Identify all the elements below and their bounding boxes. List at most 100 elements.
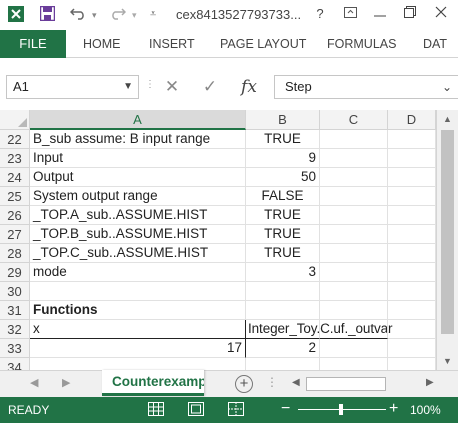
- row-header[interactable]: 27: [0, 225, 30, 244]
- cell[interactable]: [320, 168, 388, 187]
- row-header[interactable]: 26: [0, 206, 30, 225]
- ribbon-display-options-icon[interactable]: [339, 4, 361, 24]
- cell[interactable]: mode: [30, 263, 246, 282]
- insert-function-icon[interactable]: fx: [238, 75, 260, 99]
- restore-icon[interactable]: [399, 4, 421, 24]
- expand-formula-bar-icon[interactable]: ⌄: [442, 76, 452, 98]
- tab-home[interactable]: HOME: [83, 30, 121, 58]
- cell[interactable]: [388, 149, 436, 168]
- vertical-scroll-thumb[interactable]: [441, 130, 454, 334]
- cell[interactable]: 3: [246, 263, 320, 282]
- cell[interactable]: [388, 320, 436, 339]
- cell[interactable]: [388, 130, 436, 149]
- page-break-preview-icon[interactable]: [228, 402, 244, 416]
- vertical-scrollbar[interactable]: ▲ ▼: [436, 110, 458, 370]
- help-button[interactable]: ?: [309, 4, 331, 24]
- cell[interactable]: System output range: [30, 187, 246, 206]
- cell[interactable]: [320, 244, 388, 263]
- cell[interactable]: [388, 206, 436, 225]
- cell[interactable]: 9: [246, 149, 320, 168]
- column-header-c[interactable]: C: [320, 110, 388, 130]
- cell[interactable]: [320, 358, 388, 370]
- enter-icon[interactable]: ✓: [199, 75, 221, 99]
- tab-file[interactable]: FILE: [0, 30, 66, 58]
- cell[interactable]: _TOP.A_sub..ASSUME.HIST: [30, 206, 246, 225]
- row-header[interactable]: 29: [0, 263, 30, 282]
- prev-sheet-icon[interactable]: ◀: [30, 376, 38, 389]
- row-header[interactable]: 30: [0, 282, 30, 301]
- undo-icon[interactable]: [69, 6, 86, 23]
- cell[interactable]: [320, 225, 388, 244]
- cell[interactable]: [320, 130, 388, 149]
- formula-input[interactable]: Step ⌄: [274, 75, 458, 99]
- name-box[interactable]: A1 ▼: [6, 75, 139, 99]
- cell[interactable]: Input: [30, 149, 246, 168]
- cell[interactable]: [320, 149, 388, 168]
- horizontal-scroll-thumb[interactable]: [306, 377, 386, 391]
- tab-split-handle[interactable]: ⋮: [266, 375, 278, 389]
- cell[interactable]: TRUE: [246, 206, 320, 225]
- undo-dropdown-icon[interactable]: ▾: [92, 10, 97, 21]
- row-header[interactable]: 28: [0, 244, 30, 263]
- select-all-button[interactable]: [0, 110, 30, 130]
- cell[interactable]: [388, 168, 436, 187]
- cell[interactable]: [320, 187, 388, 206]
- zoom-in-icon[interactable]: +: [389, 400, 398, 418]
- cell[interactable]: [388, 301, 436, 320]
- row-header[interactable]: 33: [0, 339, 30, 358]
- row-header[interactable]: 23: [0, 149, 30, 168]
- zoom-level[interactable]: 100%: [410, 403, 441, 417]
- cell[interactable]: [388, 263, 436, 282]
- name-box-dropdown-icon[interactable]: ▼: [123, 76, 133, 98]
- cancel-icon[interactable]: ✕: [161, 75, 183, 99]
- cell[interactable]: B_sub assume: B input range: [30, 130, 246, 149]
- tab-insert[interactable]: INSERT: [149, 30, 195, 58]
- row-header[interactable]: 32: [0, 320, 30, 339]
- normal-view-icon[interactable]: [148, 402, 164, 416]
- scroll-left-icon[interactable]: ◀: [292, 377, 300, 388]
- column-header-d[interactable]: D: [388, 110, 436, 130]
- add-sheet-icon[interactable]: +: [235, 375, 253, 393]
- cell[interactable]: [388, 225, 436, 244]
- cell[interactable]: [246, 282, 320, 301]
- cell[interactable]: x: [30, 320, 246, 339]
- zoom-out-icon[interactable]: −: [281, 400, 290, 418]
- cell[interactable]: [30, 282, 246, 301]
- scroll-down-icon[interactable]: ▼: [437, 352, 458, 370]
- tab-data[interactable]: DAT: [423, 30, 447, 58]
- minimize-icon[interactable]: [369, 4, 391, 24]
- row-header[interactable]: 24: [0, 168, 30, 187]
- cell[interactable]: [320, 263, 388, 282]
- redo-icon[interactable]: [110, 6, 127, 23]
- row-header[interactable]: 31: [0, 301, 30, 320]
- formula-bar-resize-handle[interactable]: ⋮: [145, 79, 155, 90]
- cell[interactable]: [388, 358, 436, 370]
- cell[interactable]: 50: [246, 168, 320, 187]
- cell[interactable]: [246, 358, 320, 370]
- horizontal-scrollbar[interactable]: ◀ ▶: [290, 374, 440, 394]
- cell[interactable]: TRUE: [246, 244, 320, 263]
- cell[interactable]: _TOP.B_sub..ASSUME.HIST: [30, 225, 246, 244]
- cell[interactable]: [320, 301, 388, 320]
- tab-formulas[interactable]: FORMULAS: [327, 30, 396, 58]
- cell[interactable]: [388, 282, 436, 301]
- cell[interactable]: [388, 187, 436, 206]
- column-header-a[interactable]: A: [30, 110, 246, 130]
- redo-dropdown-icon[interactable]: ▾: [132, 10, 137, 21]
- close-icon[interactable]: [430, 4, 452, 24]
- next-sheet-icon[interactable]: ▶: [62, 376, 70, 389]
- tab-page-layout[interactable]: PAGE LAYOUT: [220, 30, 306, 58]
- zoom-slider-thumb[interactable]: [339, 404, 343, 415]
- cell[interactable]: [320, 206, 388, 225]
- cell[interactable]: [320, 339, 388, 358]
- cell[interactable]: [388, 339, 436, 358]
- column-header-b[interactable]: B: [246, 110, 320, 130]
- cell[interactable]: _TOP.C_sub..ASSUME.HIST: [30, 244, 246, 263]
- sheet-tab-counterexample[interactable]: Counterexample: [102, 370, 204, 396]
- scroll-right-icon[interactable]: ▶: [426, 377, 434, 388]
- cell[interactable]: [246, 301, 320, 320]
- cell[interactable]: Functions: [30, 301, 246, 320]
- cell[interactable]: Output: [30, 168, 246, 187]
- row-header[interactable]: 25: [0, 187, 30, 206]
- cell[interactable]: FALSE: [246, 187, 320, 206]
